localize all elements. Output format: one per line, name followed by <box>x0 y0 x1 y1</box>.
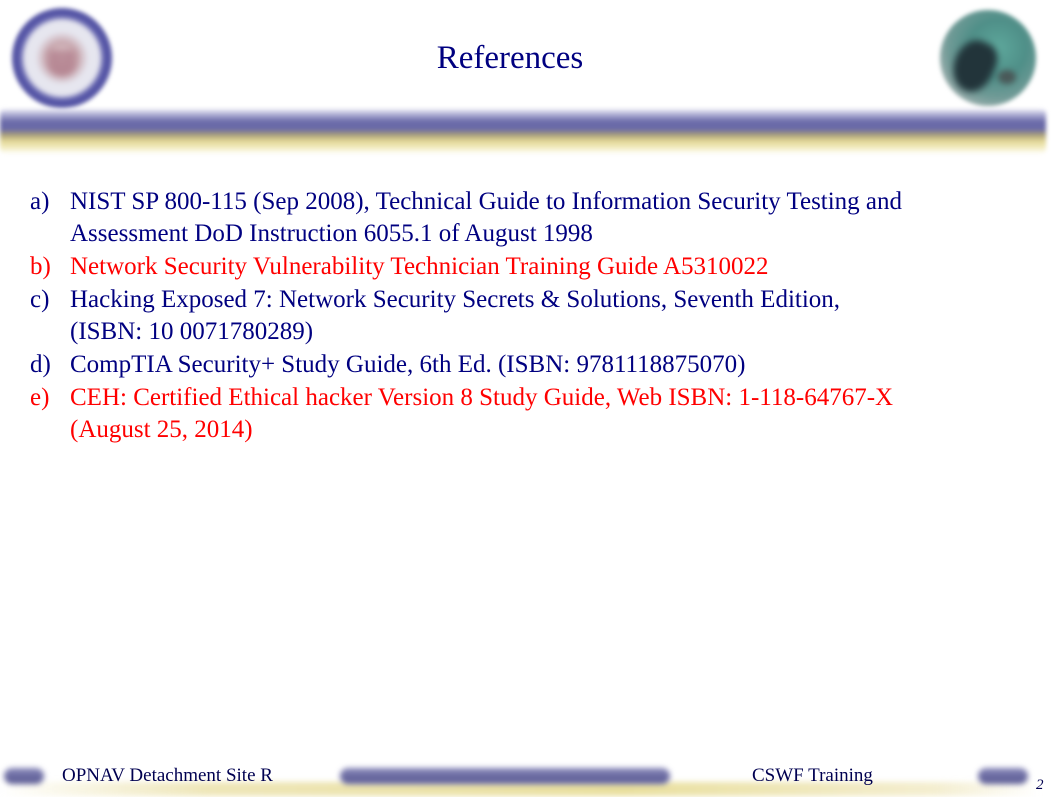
reference-marker: d) <box>30 351 51 378</box>
header-band <box>0 108 1046 154</box>
reference-item: b) Network Security Vulnerability Techni… <box>30 251 1030 283</box>
footer-course: CSWF Training <box>752 765 873 786</box>
page-number: 2 <box>1036 777 1044 793</box>
reference-item: e) CEH: Certified Ethical hacker Version… <box>30 382 1030 446</box>
footer-band-segment <box>4 768 44 784</box>
reference-line: Hacking Exposed 7: Network Security Secr… <box>70 286 841 313</box>
footer-organization: OPNAV Detachment Site R <box>62 765 273 786</box>
reference-line: NIST SP 800-115 (Sep 2008), Technical Gu… <box>70 188 903 215</box>
reference-marker: e) <box>30 384 50 411</box>
reference-item: a) NIST SP 800-115 (Sep 2008), Technical… <box>30 186 1030 250</box>
reference-line: CEH: Certified Ethical hacker Version 8 … <box>70 384 894 411</box>
reference-marker: c) <box>30 286 50 313</box>
reference-line: (ISBN: 10 0071780289) <box>70 318 314 345</box>
reference-line: Assessment DoD Instruction 6055.1 of Aug… <box>70 220 593 247</box>
reference-line: CompTIA Security+ Study Guide, 6th Ed. (… <box>70 351 746 378</box>
reference-item: c) Hacking Exposed 7: Network Security S… <box>30 284 1030 348</box>
reference-item: d) CompTIA Security+ Study Guide, 6th Ed… <box>30 349 1030 381</box>
reference-line: Network Security Vulnerability Technicia… <box>70 253 769 280</box>
reference-marker: a) <box>30 188 50 215</box>
footer-band-segment <box>978 768 1028 784</box>
footer-band-segment <box>340 768 670 784</box>
references-list: a) NIST SP 800-115 (Sep 2008), Technical… <box>30 186 1030 447</box>
reference-line: (August 25, 2014) <box>70 416 253 443</box>
reference-marker: b) <box>30 253 51 280</box>
slide-title: References <box>436 40 584 76</box>
